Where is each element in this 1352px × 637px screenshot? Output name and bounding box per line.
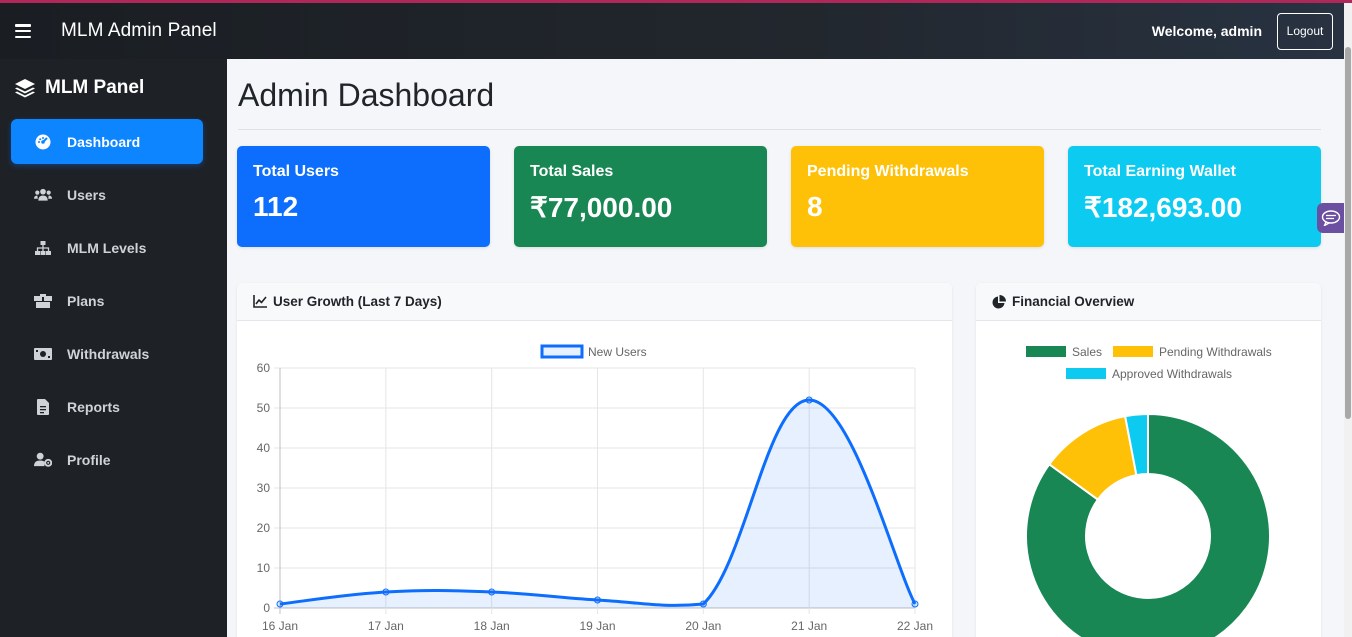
sidebar-item-label: Profile (67, 451, 111, 468)
user-growth-panel: User Growth (Last 7 Days) 0 10 20 30 40 50 60 1… (237, 283, 952, 637)
chart-pie-icon (992, 294, 1006, 308)
app-title: MLM Admin Panel (61, 20, 217, 41)
chat-widget-button[interactable] (1317, 203, 1344, 233)
y-tick-label: 10 (257, 561, 271, 575)
line-point (276, 600, 284, 608)
line-point (382, 588, 390, 596)
user-growth-chart: 0 10 20 30 40 50 60 16 Jan 17 Jan 18 Jan 19 Jan 20 … (257, 344, 933, 633)
legend-swatch-approved-withdrawals (1066, 368, 1106, 379)
sidebar-item-dashboard[interactable]: Dashboard (11, 119, 203, 164)
file-icon (34, 398, 52, 415)
page-scrollbar[interactable] (1344, 3, 1352, 637)
stat-label: Total Earning Wallet (1084, 163, 1237, 180)
sidebar-item-label: Withdrawals (67, 345, 150, 362)
y-tick-label: 30 (257, 481, 271, 495)
stat-card-total-earning-wallet: Total Earning Wallet ₹182,693.00 (1068, 146, 1321, 247)
legend-label-pending-withdrawals: Pending Withdrawals (1159, 345, 1272, 359)
y-tick-label: 60 (257, 361, 271, 375)
top-navbar: MLM Admin Panel Welcome, admin Logout (0, 3, 1344, 59)
financial-overview-chart: Sales Pending Withdrawals Approved Withdra… (1025, 345, 1272, 637)
sidebar-item-mlm-levels[interactable]: MLM Levels (11, 225, 203, 270)
x-tick-label: 21 Jan (791, 619, 827, 633)
stat-card-pending-withdrawals: Pending Withdrawals 8 (791, 146, 1044, 247)
line-point (594, 596, 601, 604)
x-tick-label: 20 Jan (685, 619, 721, 633)
sidebar-item-label: Users (67, 186, 106, 203)
speech-bubble-icon (1321, 210, 1340, 226)
layer-group-icon (15, 79, 35, 98)
line-point (699, 600, 707, 608)
legend-label-sales: Sales (1072, 345, 1102, 359)
stat-value: 8 (807, 191, 823, 222)
sidebar-item-withdrawals[interactable]: Withdrawals (11, 331, 203, 376)
y-tick-label: 20 (257, 521, 271, 535)
sidebar-item-label: Plans (67, 292, 105, 309)
line-point (911, 600, 919, 608)
user-cog-icon (34, 452, 52, 468)
hamburger-menu-icon[interactable] (15, 24, 31, 38)
stat-card-total-sales: Total Sales ₹77,000.00 (514, 146, 767, 247)
x-tick-label: 19 Jan (579, 619, 615, 633)
tachometer-icon (34, 134, 52, 150)
y-tick-label: 50 (257, 401, 271, 415)
main-content: Admin Dashboard Total Users 112 Total Sa… (227, 59, 1344, 637)
sidebar-item-label: Reports (67, 398, 120, 415)
legend-label-new-users: New Users (588, 345, 647, 359)
y-tick-label: 40 (257, 441, 271, 455)
sidebar-item-reports[interactable]: Reports (11, 384, 203, 429)
scrollbar-thumb[interactable] (1345, 47, 1351, 419)
financial-overview-title: Financial Overview (1012, 294, 1135, 309)
user-growth-title: User Growth (Last 7 Days) (273, 294, 442, 309)
legend-swatch-pending-withdrawals (1113, 346, 1153, 357)
boxes-icon (34, 293, 52, 309)
welcome-text: Welcome, admin (1151, 23, 1262, 39)
x-tick-label: 22 Jan (897, 619, 933, 633)
page-title: Admin Dashboard (238, 77, 495, 113)
x-tick-label: 18 Jan (474, 619, 510, 633)
sidebar: MLM Panel Dashboard Users MLM Levels Pla… (0, 59, 227, 637)
logout-button[interactable]: Logout (1277, 12, 1333, 50)
stat-label: Total Users (253, 163, 339, 180)
sidebar-item-users[interactable]: Users (11, 172, 203, 217)
sidebar-item-profile[interactable]: Profile (11, 437, 203, 482)
users-icon (34, 187, 52, 203)
sidebar-item-plans[interactable]: Plans (11, 278, 203, 323)
sidebar-brand: MLM Panel (14, 77, 144, 99)
legend-swatch-new-users (540, 344, 584, 359)
user-growth-header: User Growth (Last 7 Days) (237, 283, 952, 321)
legend-swatch-sales (1026, 346, 1066, 357)
sitemap-icon (34, 240, 52, 256)
line-point (488, 588, 496, 596)
x-tick-label: 16 Jan (262, 619, 298, 633)
financial-overview-panel: Financial Overview Sales Pending Withdraw… (976, 283, 1321, 637)
title-divider (238, 129, 1321, 130)
sidebar-brand-label: MLM Panel (45, 77, 145, 98)
line-point (805, 396, 813, 404)
stat-value: 112 (253, 191, 299, 222)
stat-label: Pending Withdrawals (807, 163, 969, 180)
x-tick-label: 17 Jan (368, 619, 404, 633)
money-bill-icon (34, 346, 52, 362)
stat-value: ₹182,693.00 (1084, 192, 1242, 223)
legend-label-approved-withdrawals: Approved Withdrawals (1112, 367, 1232, 381)
financial-overview-header: Financial Overview (976, 283, 1321, 321)
sidebar-item-label: MLM Levels (67, 239, 147, 256)
chart-line-icon (253, 295, 267, 308)
y-tick-label: 0 (263, 601, 270, 615)
sidebar-item-label: Dashboard (67, 133, 141, 150)
stat-value: ₹77,000.00 (530, 192, 673, 223)
stat-label: Total Sales (530, 163, 614, 180)
stat-card-total-users: Total Users 112 (237, 146, 490, 247)
